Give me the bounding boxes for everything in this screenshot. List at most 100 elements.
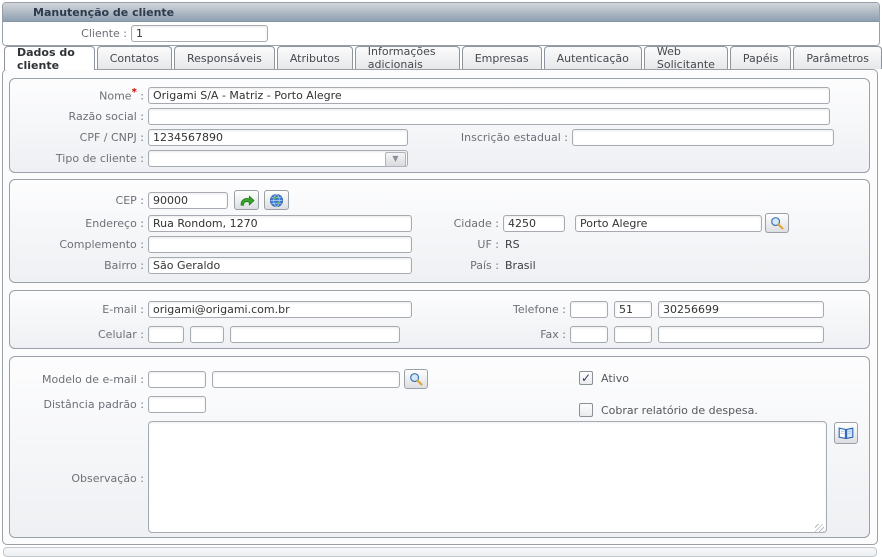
observacao-textarea-wrap: [148, 421, 827, 536]
telefone-country-input[interactable]: [570, 301, 608, 318]
cidade-search-button[interactable]: [765, 213, 789, 233]
window-titlebar: Manutenção de cliente: [3, 3, 879, 22]
cobrar-group: ✓ Cobrar relatório de despesa.: [579, 400, 758, 420]
client-id-row: Cliente :: [3, 22, 879, 45]
check-icon: ✓: [581, 372, 591, 384]
tab-bar: Dados do cliente Contatos Responsáveis A…: [2, 46, 882, 70]
open-book-icon: [838, 426, 854, 440]
uf-value: RS: [505, 238, 520, 251]
tab-papeis[interactable]: Papéis: [730, 46, 791, 69]
telefone-area-input[interactable]: [614, 301, 652, 318]
cep-row: CEP :: [10, 189, 869, 211]
pais-group: País : Brasil: [330, 255, 536, 275]
tab-parametros[interactable]: Parâmetros: [793, 46, 882, 69]
fax-area-input[interactable]: [614, 326, 652, 343]
fax-number-input[interactable]: [658, 326, 824, 343]
tab-informacoes-adicionais[interactable]: Informações adicionais: [355, 46, 460, 69]
cidade-group: Cidade :: [330, 213, 789, 233]
cobrar-relatorio-label: Cobrar relatório de despesa.: [601, 404, 758, 417]
go-arrow-icon: [239, 193, 255, 207]
celular-row: Celular : Fax :: [10, 324, 869, 344]
tab-web-solicitante[interactable]: Web Solicitante: [644, 46, 728, 69]
modelo-email-code-input[interactable]: [148, 371, 206, 388]
cep-web-search-button[interactable]: [264, 190, 289, 210]
cpf-cnpj-label: CPF / CNPJ :: [10, 131, 144, 144]
page-title: Manutenção de cliente: [33, 6, 174, 19]
telefone-label: Telefone :: [330, 303, 566, 316]
endereco-label: Endereço :: [10, 217, 144, 230]
client-id-label: Cliente :: [3, 27, 127, 40]
tab-content-panel: Nome* : Razão social : CPF / CNPJ : Insc…: [2, 69, 878, 545]
cobrar-relatorio-checkbox[interactable]: ✓: [579, 403, 593, 417]
pais-value: Brasil: [505, 259, 536, 272]
magnifier-icon: [409, 372, 423, 386]
telefone-number-input[interactable]: [658, 301, 824, 318]
inscricao-estadual-label: Inscrição estadual :: [330, 131, 568, 144]
razao-social-row: Razão social :: [10, 106, 869, 126]
ativo-group: ✓ Ativo: [579, 368, 629, 388]
uf-label: UF :: [330, 238, 499, 251]
tab-dados-do-cliente[interactable]: Dados do cliente: [4, 46, 95, 70]
client-id-input[interactable]: [131, 25, 268, 42]
client-maintenance-window: Manutenção de cliente Cliente :: [2, 2, 880, 46]
tab-autenticacao[interactable]: Autenticação: [544, 46, 642, 69]
bairro-label: Bairro :: [10, 259, 144, 272]
fax-country-input[interactable]: [570, 326, 608, 343]
tipo-cliente-combobox[interactable]: ▼: [148, 150, 408, 167]
nome-row: Nome* :: [10, 85, 869, 105]
telefone-group: Telefone :: [330, 299, 824, 319]
magnifier-icon: [770, 216, 784, 230]
celular-area-input[interactable]: [190, 326, 224, 343]
modelo-email-row: Modelo de e-mail : ✓ Ativo: [10, 368, 869, 390]
endereco-row: Endereço : Cidade :: [10, 213, 869, 233]
razao-social-input[interactable]: [148, 108, 830, 125]
razao-social-label: Razão social :: [10, 110, 144, 123]
nome-label: Nome* :: [10, 87, 144, 103]
ativo-checkbox[interactable]: ✓: [579, 371, 593, 385]
celular-label: Celular :: [10, 328, 144, 341]
cep-label: CEP :: [10, 194, 144, 207]
tipo-cliente-row: Tipo de cliente : ▼: [10, 148, 869, 168]
cidade-label: Cidade :: [330, 217, 499, 230]
distancia-input[interactable]: [148, 396, 206, 413]
misc-section: Modelo de e-mail : ✓ Ativo Distância pad…: [9, 356, 870, 538]
tipo-cliente-input[interactable]: [148, 150, 408, 167]
celular-country-input[interactable]: [148, 326, 184, 343]
cidade-name-input[interactable]: [575, 215, 762, 232]
cep-input[interactable]: [148, 192, 228, 209]
cpf-cnpj-row: CPF / CNPJ : Inscrição estadual :: [10, 127, 869, 147]
pais-label: País :: [330, 259, 499, 272]
spellcheck-dictionary-button[interactable]: [834, 422, 858, 444]
cep-lookup-button[interactable]: [234, 190, 259, 210]
email-row: E-mail : Telefone :: [10, 299, 869, 319]
observacao-row: Observação :: [10, 422, 869, 534]
tipo-cliente-label: Tipo de cliente :: [10, 152, 144, 165]
tab-responsaveis[interactable]: Responsáveis: [174, 46, 275, 69]
bottom-toolbar-edge: [3, 547, 877, 557]
fax-label: Fax :: [330, 328, 566, 341]
cidade-code-input[interactable]: [503, 215, 565, 232]
contact-section: E-mail : Telefone : Celular : Fax :: [9, 290, 870, 349]
modelo-email-name-input[interactable]: [212, 371, 400, 388]
observacao-label: Observação :: [10, 472, 144, 485]
chevron-down-icon[interactable]: ▼: [385, 152, 406, 167]
inscricao-estadual-input[interactable]: [572, 129, 834, 146]
tab-atributos[interactable]: Atributos: [277, 46, 353, 69]
nome-input[interactable]: [148, 87, 830, 104]
inscricao-estadual-group: Inscrição estadual :: [330, 127, 834, 147]
complemento-row: Complemento : UF : RS: [10, 234, 869, 254]
ativo-label: Ativo: [601, 372, 629, 385]
address-section: CEP : Endereço : Cidade : Complemento :: [9, 179, 870, 283]
observacao-textarea[interactable]: [148, 421, 827, 533]
tab-contatos[interactable]: Contatos: [97, 46, 172, 69]
modelo-email-search-button[interactable]: [404, 369, 428, 389]
complemento-label: Complemento :: [10, 238, 144, 251]
bairro-row: Bairro : País : Brasil: [10, 255, 869, 275]
globe-icon: [269, 193, 284, 208]
fax-group: Fax :: [330, 324, 824, 344]
tab-empresas[interactable]: Empresas: [462, 46, 542, 69]
distancia-row: Distância padrão : ✓ Cobrar relatório de…: [10, 394, 869, 414]
uf-group: UF : RS: [330, 234, 520, 254]
modelo-email-label: Modelo de e-mail :: [10, 373, 144, 386]
email-label: E-mail :: [10, 303, 144, 316]
